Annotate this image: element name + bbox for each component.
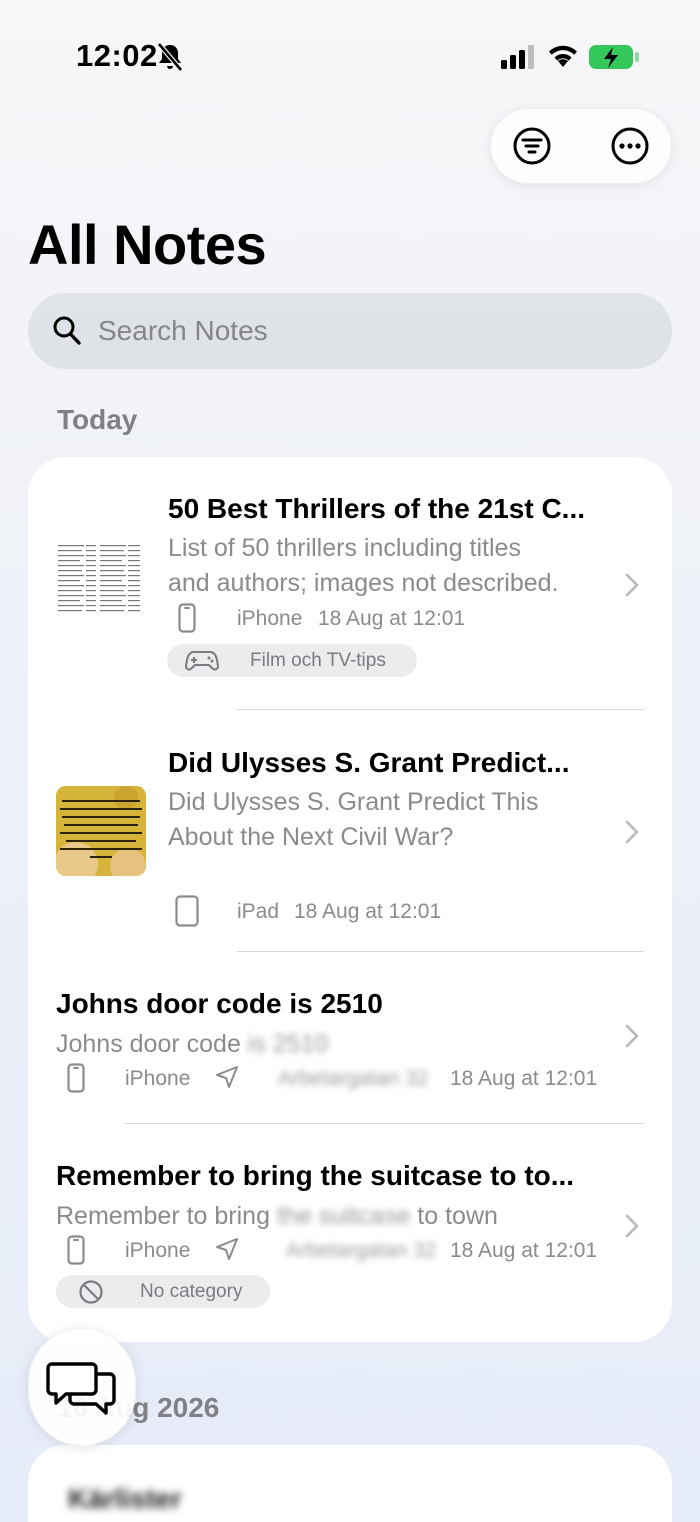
tag-label: No category <box>140 1281 243 1302</box>
prohibited-icon <box>79 1280 103 1304</box>
cellular-signal-icon <box>501 45 534 69</box>
note-title: Did Ulysses S. Grant Predict... <box>168 747 570 778</box>
toolbar-pill <box>490 108 672 184</box>
note-location: Arbetargatan 32 <box>278 1067 429 1090</box>
ipad-icon <box>175 895 199 927</box>
note-device: iPhone <box>125 1067 191 1090</box>
filter-button[interactable] <box>512 126 552 166</box>
bell-slash-icon <box>157 42 183 72</box>
status-time: 12:02 <box>76 38 158 73</box>
note-thumbnail <box>56 539 146 629</box>
search-input[interactable] <box>98 307 638 355</box>
note-snippet: About the Next Civil War? <box>168 823 454 851</box>
note-date: 18 Aug at 12:01 <box>318 607 466 630</box>
notes-card-today: 50 Best Thrillers of the 21st C... List … <box>28 457 672 1342</box>
note-date: 18 Aug at 12:01 <box>450 1067 598 1090</box>
note-date: 18 Aug at 12:01 <box>450 1239 598 1262</box>
note-row[interactable]: 50 Best Thrillers of the 21st C... List … <box>28 457 672 709</box>
search-icon <box>53 316 81 345</box>
iphone-icon <box>67 1235 85 1265</box>
category-tag[interactable]: Film och TV-tips <box>167 644 417 677</box>
battery-charging-icon <box>589 45 639 69</box>
tag-label: Film och TV-tips <box>250 650 386 671</box>
note-title: Remember to bring the suitcase to to... <box>56 1160 575 1191</box>
chevron-right-icon <box>625 1214 639 1238</box>
notes-card-16-aug: Kärlister <box>28 1445 672 1522</box>
chevron-right-icon <box>625 573 639 597</box>
gamecontroller-icon <box>185 651 219 671</box>
note-device: iPhone <box>237 607 303 630</box>
more-button[interactable] <box>610 126 650 166</box>
note-snippet: Johns door code is 2510 <box>56 1030 329 1058</box>
quote-image-thumbnail <box>56 786 146 876</box>
section-header-today: Today <box>57 404 138 435</box>
chevron-right-icon <box>625 820 639 844</box>
ellipsis-circle-icon <box>611 127 649 165</box>
note-title: Johns door code is 2510 <box>56 988 383 1019</box>
filter-lines-icon <box>513 127 551 165</box>
note-location: Arbetargatan 32 <box>286 1239 437 1262</box>
note-snippet: Did Ulysses S. Grant Predict This <box>168 788 539 816</box>
note-date: 18 Aug at 12:01 <box>294 900 442 923</box>
note-snippet: Remember to bring the suitcase to town <box>56 1202 498 1230</box>
search-bar[interactable] <box>28 293 672 369</box>
iphone-icon <box>67 1063 85 1093</box>
note-title[interactable]: Kärlister <box>68 1483 182 1515</box>
location-arrow-icon <box>216 1066 238 1088</box>
document-thumbnail-icon <box>58 545 140 612</box>
wifi-icon <box>549 45 577 67</box>
note-snippet: List of 50 thrillers including titles <box>168 534 521 562</box>
note-snippet: and authors; images not described. <box>168 569 559 597</box>
chat-bubbles-icon <box>46 1362 116 1415</box>
status-bar: 12:02 <box>0 0 700 110</box>
note-row[interactable]: Johns door code is 2510 Johns door code … <box>28 952 672 1122</box>
page-title: All Notes <box>28 213 267 276</box>
note-device: iPhone <box>125 1239 191 1262</box>
iphone-icon <box>178 603 196 633</box>
note-device: iPad <box>237 900 280 923</box>
chat-button[interactable] <box>28 1328 136 1446</box>
location-arrow-icon <box>216 1238 238 1260</box>
note-thumbnail <box>56 786 146 876</box>
note-row[interactable]: Did Ulysses S. Grant Predict... Did Ulys… <box>28 710 672 950</box>
chevron-right-icon <box>625 1024 639 1048</box>
note-row[interactable]: Remember to bring the suitcase to to... … <box>28 1124 672 1334</box>
category-tag[interactable]: No category <box>56 1275 270 1308</box>
note-title: 50 Best Thrillers of the 21st C... <box>168 493 586 524</box>
